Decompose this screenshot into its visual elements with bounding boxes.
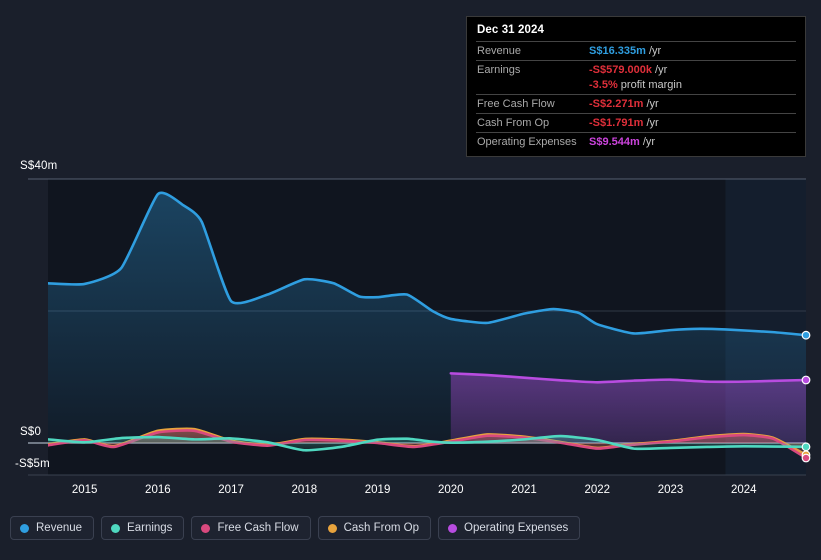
x-axis-tick-2024: 2024 [730, 484, 757, 496]
y-axis-label-zero: S$0 [20, 426, 42, 438]
tooltip-row-value: -3.5% [589, 79, 618, 91]
legend-color-dot-icon [20, 523, 29, 533]
tooltip-row: Earnings -S$579.000k /yr [476, 60, 796, 79]
x-axis-tick-2017: 2017 [218, 484, 244, 496]
tooltip-row-value: S$9.544m [589, 136, 640, 148]
x-axis-tick-2015: 2015 [71, 484, 98, 496]
tooltip-row-value: -S$1.791m [589, 117, 644, 129]
chart-legend: Revenue Earnings Free Cash Flow Cash From O… [10, 516, 581, 540]
tooltip-row-unit: /yr [645, 45, 662, 57]
tooltip-rows: Revenue S$16.335m /yr Earnings -S$579.000k … [476, 41, 796, 151]
financial-chart-page: S$40m S$0 -S$5m 2015 2016 2017 2018 2019 2020… [0, 0, 821, 560]
tooltip-row-value-wrap: S$16.335m /yr [589, 45, 661, 57]
y-axis-label-bottom: -S$5m [15, 458, 50, 470]
tooltip-date: Dec 31 2024 [477, 24, 544, 36]
x-axis-tick-2016: 2016 [145, 484, 171, 496]
tooltip-row-value-wrap: -S$579.000k /yr [589, 64, 667, 76]
data-tooltip: Dec 31 2024 Revenue S$16.335m /yr Earnings… [466, 16, 806, 157]
legend-item-cash-from-op[interactable]: Cash From Op [317, 516, 432, 540]
tooltip-row: -3.5% profit margin [476, 79, 796, 94]
tooltip-row-key: Revenue [477, 45, 522, 57]
x-axis-tick-2019: 2019 [364, 484, 391, 496]
tooltip-row-unit: /yr [643, 117, 659, 129]
tooltip-row: Cash From Op -S$1.791m /yr [476, 113, 796, 132]
tooltip-row-value-wrap: S$9.544m /yr [589, 136, 655, 148]
y-axis-label-top: S$40m [20, 160, 58, 172]
tooltip-row-key: Earnings [477, 64, 521, 76]
legend-color-dot-icon [448, 523, 458, 533]
tooltip-row-value: -S$2.271m [589, 98, 644, 110]
tooltip-row-unit: /yr [652, 64, 668, 76]
legend-color-dot-icon [201, 523, 211, 533]
legend-item-operating-expenses[interactable]: Operating Expenses [438, 516, 581, 540]
x-axis-tick-2022: 2022 [584, 484, 611, 496]
tooltip-row-key: Free Cash Flow [477, 98, 555, 110]
tooltip-row-unit: /yr [643, 98, 659, 110]
tooltip-row-value-wrap: -S$1.791m /yr [589, 117, 659, 129]
tooltip-row: Free Cash Flow -S$2.271m /yr [476, 94, 796, 113]
tooltip-row: Revenue S$16.335m /yr [476, 41, 796, 60]
tooltip-row-value-wrap: -S$2.271m /yr [589, 98, 659, 110]
legend-item-label: Cash From Op [343, 522, 420, 534]
x-axis-tick-2018: 2018 [291, 484, 318, 496]
legend-item-label: Revenue [36, 522, 83, 534]
x-axis-tick-2020: 2020 [438, 484, 464, 496]
tooltip-row-key: Operating Expenses [477, 136, 577, 148]
legend-item-label: Free Cash Flow [217, 522, 299, 534]
legend-item-label: Earnings [127, 522, 173, 534]
tooltip-row-key: Cash From Op [477, 117, 550, 129]
tooltip-row-value-wrap: -3.5% profit margin [589, 79, 682, 91]
legend-color-dot-icon [111, 523, 121, 533]
legend-item-free-cash-flow[interactable]: Free Cash Flow [191, 516, 311, 540]
x-axis-tick-2021: 2021 [511, 484, 537, 496]
legend-color-dot-icon [327, 523, 337, 533]
tooltip-row-unit: /yr [639, 136, 656, 148]
legend-item-label: Operating Expenses [464, 522, 569, 534]
legend-item-revenue[interactable]: Revenue [10, 516, 95, 540]
legend-item-earnings[interactable]: Earnings [101, 516, 185, 540]
x-axis-tick-2023: 2023 [657, 484, 684, 496]
tooltip-row: Operating Expenses S$9.544m /yr [476, 132, 796, 151]
tooltip-row-value: -S$579.000k [589, 64, 652, 76]
tooltip-row-value: S$16.335m [589, 45, 646, 57]
tooltip-row-unit: profit margin [617, 79, 682, 91]
